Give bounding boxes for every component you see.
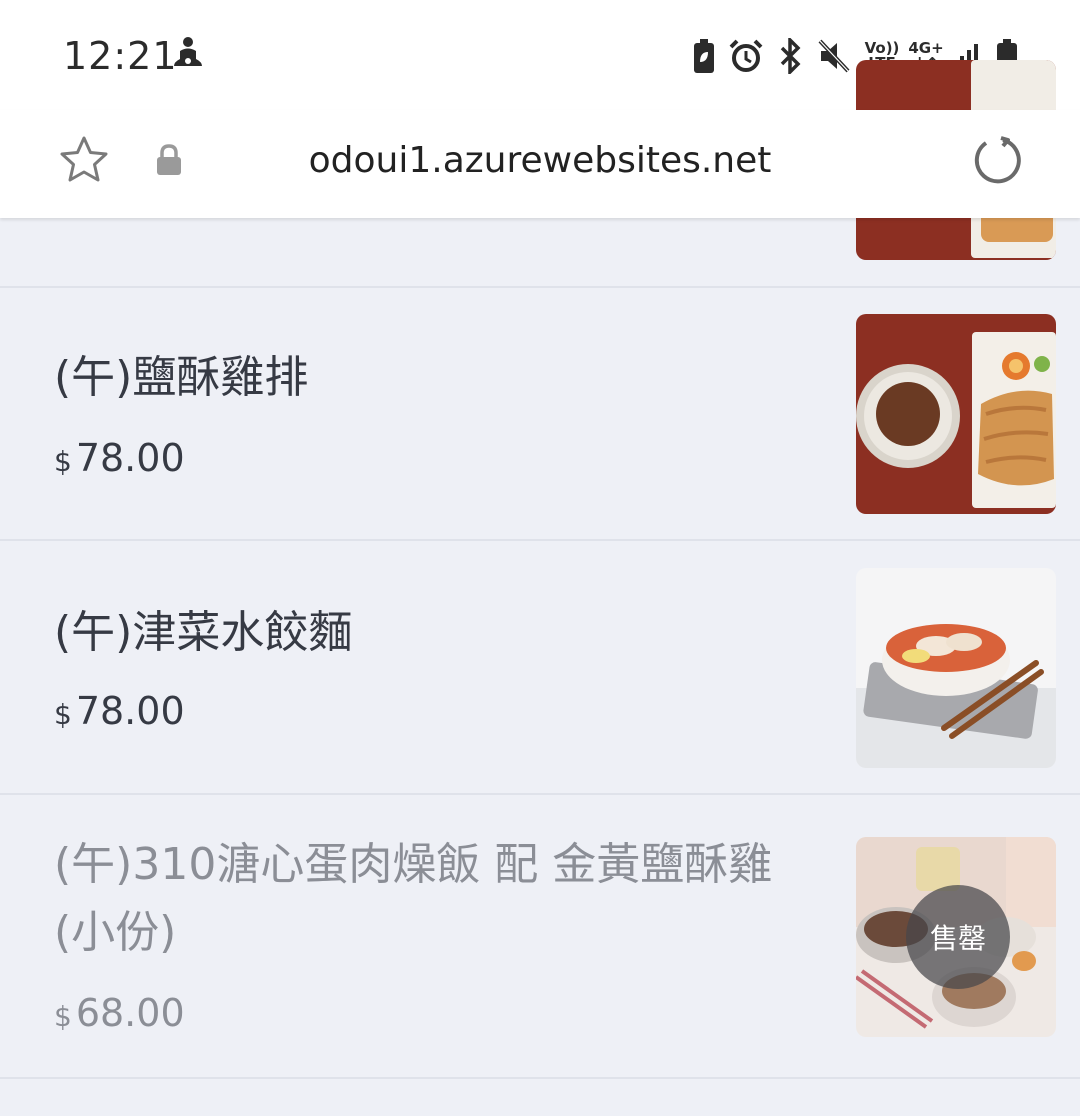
food-image[interactable]: 售罄 (856, 837, 1056, 1037)
meditation-icon (170, 36, 206, 72)
battery-saver-icon (690, 38, 718, 74)
item-name: (午)津菜水餃麵 (54, 607, 353, 658)
price-value: 68.00 (75, 991, 185, 1035)
food-image[interactable] (856, 568, 1056, 768)
sold-out-badge: 售罄 (906, 885, 1010, 989)
price-value: 78.00 (75, 689, 185, 733)
price-value: 78.00 (75, 436, 185, 480)
item-price: $68.00 (54, 991, 185, 1035)
url-text[interactable]: odoui1.azurewebsites.net (0, 140, 1080, 181)
item-name: (午)鹽酥雞排 (54, 352, 309, 403)
item-price: $78.00 (54, 436, 185, 480)
currency-symbol: $ (54, 1000, 72, 1033)
list-item[interactable]: (午)津菜水餃麵 $78.00 (0, 541, 1080, 795)
item-name: (午)310溏心蛋肉燥飯 配 金黃鹽酥雞(小份) (54, 839, 773, 958)
item-price: $78.00 (54, 689, 185, 733)
mute-icon (816, 38, 852, 74)
browser-address-bar: odoui1.azurewebsites.net (0, 110, 1080, 218)
bluetooth-icon (774, 38, 806, 74)
alarm-icon (728, 38, 764, 74)
reload-icon[interactable] (968, 132, 1024, 188)
status-time: 12:21 (63, 34, 178, 78)
list-item[interactable]: (午)310溏心蛋肉燥飯 配 金黃鹽酥雞(小份) $68.00 售罄 (0, 795, 1080, 1079)
list-item[interactable]: (午)鹽酥雞排 $78.00 (0, 288, 1080, 541)
food-image[interactable] (856, 314, 1056, 514)
currency-symbol: $ (54, 445, 72, 478)
currency-symbol: $ (54, 698, 72, 731)
